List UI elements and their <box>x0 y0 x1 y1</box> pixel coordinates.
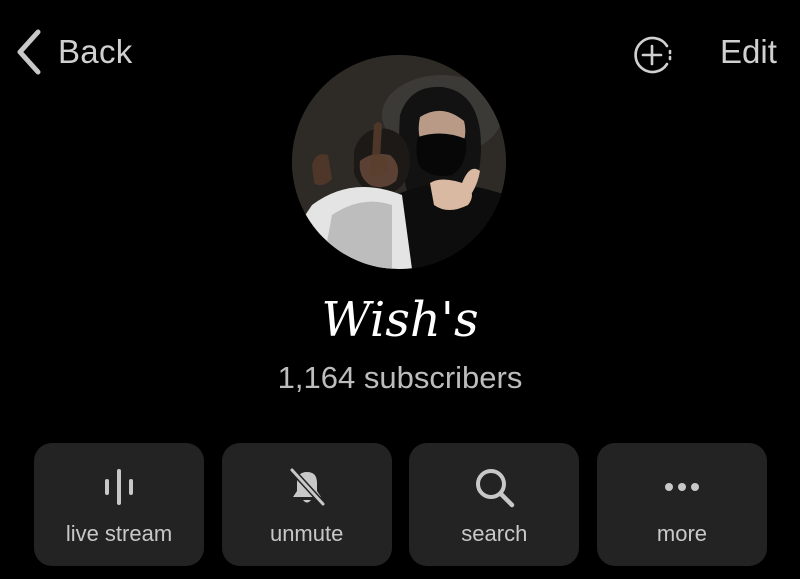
more-label: more <box>656 521 708 546</box>
action-bar: live stream unmute search more <box>34 443 767 566</box>
subscriber-count: 1,164 subscribers <box>277 360 523 395</box>
back-label: Back <box>58 33 133 70</box>
back-button[interactable]: Back <box>14 28 133 76</box>
avatar-photo <box>292 55 506 269</box>
more-button[interactable]: more <box>596 443 767 566</box>
live-stream-label: live stream <box>65 521 173 546</box>
channel-avatar[interactable] <box>292 55 506 269</box>
more-dots-icon <box>658 463 706 511</box>
live-stream-button[interactable]: live stream <box>34 443 204 566</box>
edit-button[interactable]: Edit <box>720 33 777 71</box>
unmute-label: unmute <box>269 521 344 546</box>
search-label: search <box>461 521 528 546</box>
channel-name: Wish's <box>321 292 479 348</box>
search-button[interactable]: search <box>409 443 580 566</box>
bell-slash-icon <box>283 463 331 511</box>
chevron-left-icon <box>17 29 41 75</box>
circle-plus-icon[interactable] <box>632 34 674 76</box>
live-stream-icon <box>95 463 143 511</box>
unmute-button[interactable]: unmute <box>221 443 392 566</box>
search-icon <box>470 463 518 511</box>
